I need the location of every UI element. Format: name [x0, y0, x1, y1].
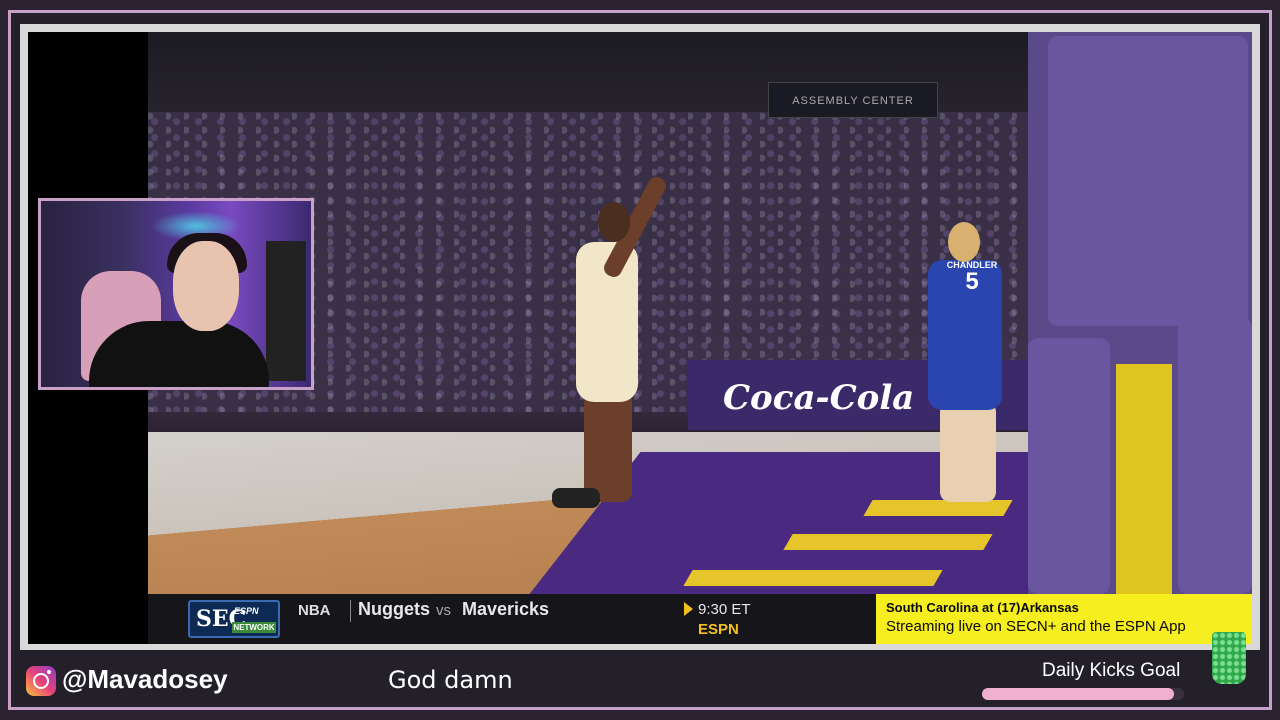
pad-block [1048, 36, 1248, 326]
sponsor-logo: Coca-Cola [723, 378, 915, 418]
ticker-team-home: Nuggets [358, 599, 430, 619]
player-lsu-head [598, 202, 630, 242]
goal-progress-fill [982, 688, 1174, 700]
ticker-divider [350, 600, 351, 622]
goal-progress-track [982, 688, 1184, 700]
goal-label: Daily Kicks Goal [1042, 660, 1181, 681]
score-ticker: SEC ESPN NETWORK NBA Nuggets vs Maverick… [148, 594, 1252, 644]
network-logo-text: NETWORK [232, 622, 276, 633]
player-duke-legs [940, 402, 996, 502]
player-duke-head [948, 222, 980, 262]
espn-logo-text: ESPN [234, 606, 259, 616]
lane-stripe [783, 534, 993, 550]
instagram-icon[interactable] [26, 666, 56, 696]
streamer-body [89, 321, 269, 387]
streamer-face [173, 241, 239, 331]
instagram-handle[interactable]: @Mavadosey [62, 664, 228, 695]
yellow-post [1116, 364, 1172, 594]
ticker-league: NBA [298, 602, 331, 619]
stream-caption: God damn [388, 666, 513, 694]
player-lsu-shoe [552, 488, 600, 508]
lane-stripe [683, 570, 943, 586]
player-lsu-legs [584, 392, 632, 502]
webcam-shelf [266, 241, 306, 381]
webcam-overlay [38, 198, 314, 390]
ticker-time: 9:30 ET [698, 601, 751, 618]
ticker-team-away: Mavericks [462, 599, 550, 619]
player-duke-number: 5 [965, 268, 979, 295]
arena-sign: ASSEMBLY CENTER [768, 82, 938, 118]
ticker-channel: ESPN [698, 621, 739, 638]
pad-block [1028, 338, 1110, 594]
stream-bottom-bar: @Mavadosey God damn Daily Kicks Goal [20, 632, 1260, 706]
promo-subline: Streaming live on SECN+ and the ESPN App [886, 618, 1186, 635]
sec-network-logo: SEC ESPN NETWORK [188, 600, 280, 638]
goal-cup-icon [1212, 632, 1246, 684]
instagram-icon-dot [47, 670, 51, 674]
instagram-icon-lens [33, 673, 49, 689]
ticker-promo: South Carolina at (17)Arkansas Streaming… [876, 594, 1252, 644]
ticker-vs: vs [436, 602, 451, 619]
pad-block [1178, 318, 1252, 594]
promo-headline: South Carolina at (17)Arkansas [886, 600, 1079, 615]
ticker-arrow-icon [684, 602, 693, 616]
lane-stripe [863, 500, 1013, 516]
